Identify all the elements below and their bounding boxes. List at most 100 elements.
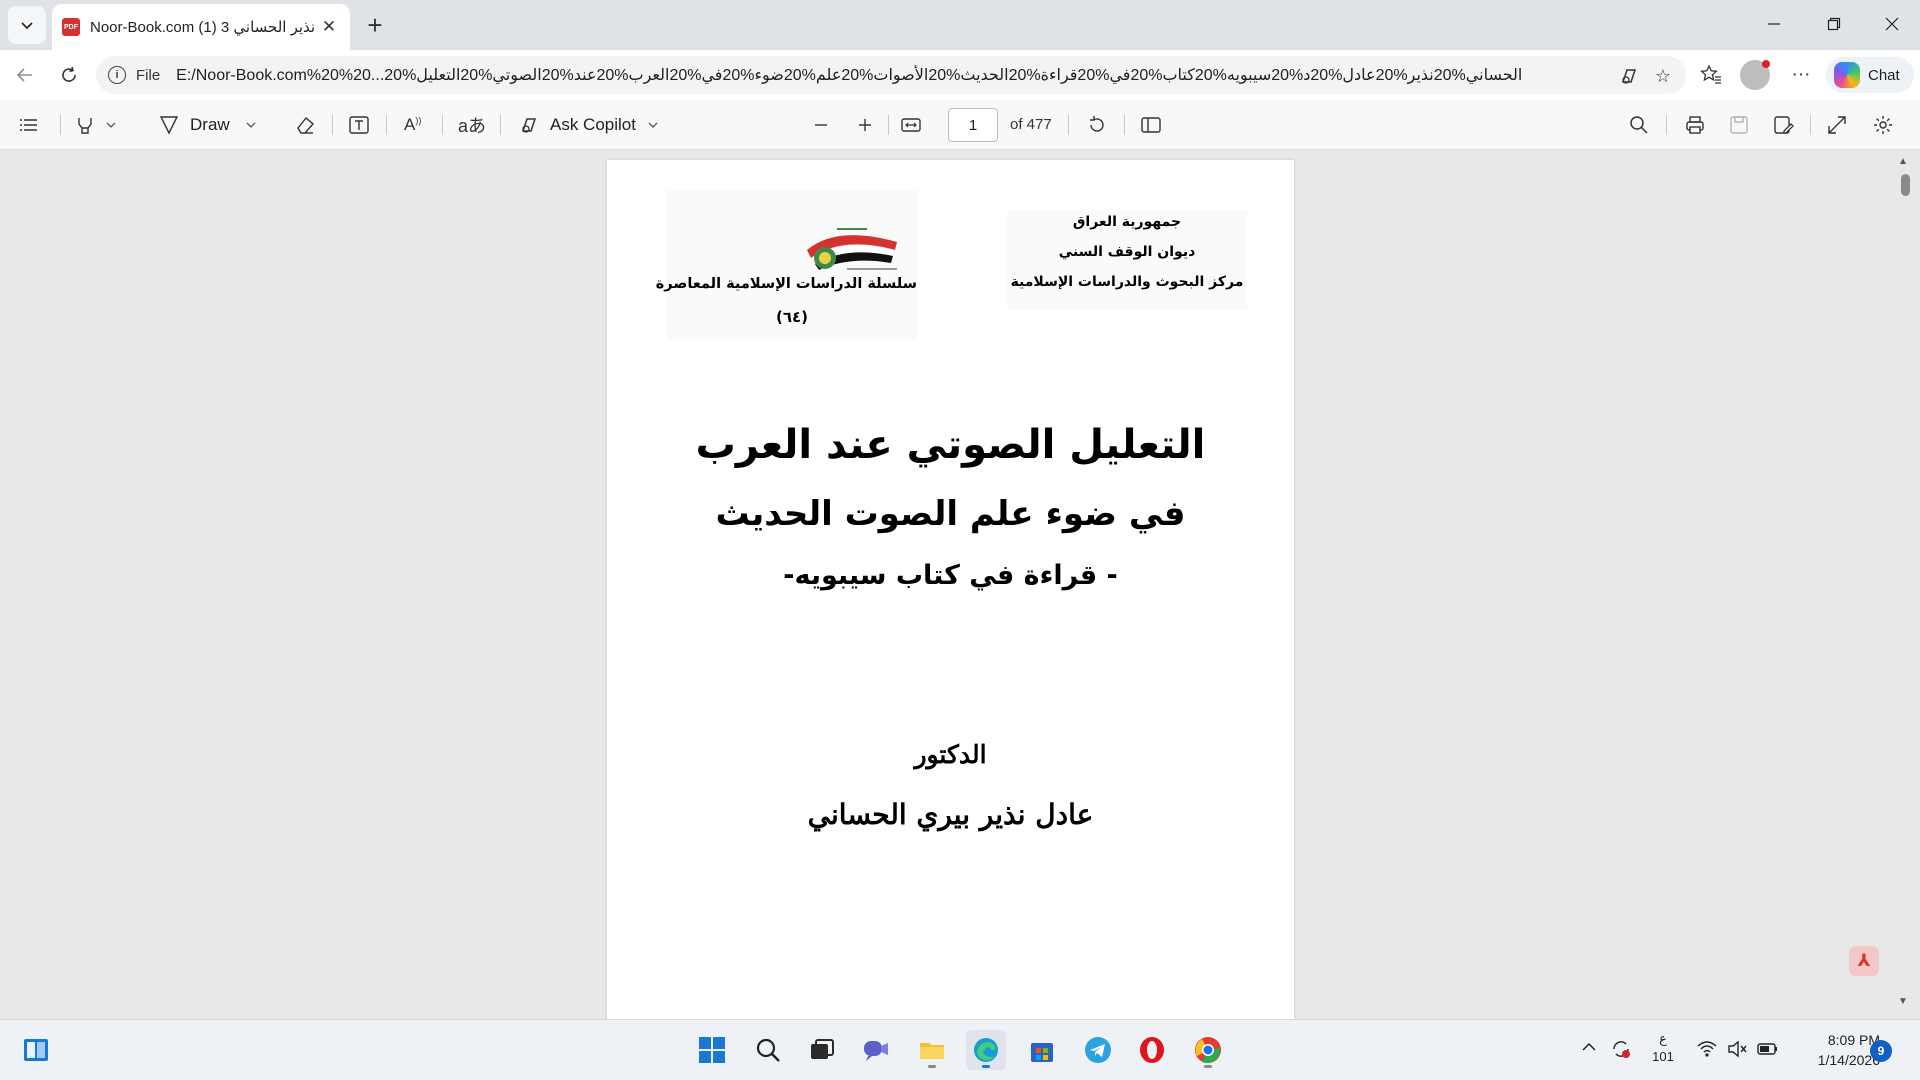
restore-button[interactable] <box>1806 0 1862 48</box>
taskbar-search-button[interactable] <box>748 1030 788 1070</box>
close-window-button[interactable] <box>1864 0 1920 48</box>
telegram-button[interactable] <box>1078 1030 1118 1070</box>
contents-button[interactable] <box>18 108 40 142</box>
copilot-vision-icon[interactable] <box>1618 65 1640 87</box>
book-title: التعليل الصوتي عند العرب <box>695 422 1206 468</box>
info-icon[interactable]: i <box>108 66 126 84</box>
add-text-button[interactable] <box>348 108 370 142</box>
translate-button[interactable]: aあ <box>458 108 486 142</box>
back-button[interactable] <box>8 58 42 92</box>
draw-button[interactable]: Draw <box>158 108 256 142</box>
new-tab-button[interactable]: + <box>358 8 392 42</box>
highlighter-icon <box>78 118 92 134</box>
ask-copilot-button[interactable]: Ask Copilot <box>518 108 658 142</box>
save-button[interactable] <box>1728 108 1750 142</box>
url-text[interactable]: E:/Noor-Book.com%20%20...20%الحساني%20نذ… <box>176 65 1616 85</box>
chrome-button[interactable] <box>1188 1030 1228 1070</box>
zoom-in-button[interactable] <box>856 108 874 142</box>
more-menu-button[interactable]: ··· <box>1784 58 1818 92</box>
org-line-country: جمهورية العراق <box>1072 214 1182 230</box>
clock-time: 8:09 PM <box>1827 1032 1880 1048</box>
zoom-out-button[interactable] <box>812 108 830 142</box>
task-view-button[interactable] <box>802 1030 842 1070</box>
fit-width-button[interactable] <box>900 108 922 142</box>
ask-copilot-label: Ask Copilot <box>550 115 636 134</box>
rotate-icon <box>1090 116 1104 132</box>
telegram-icon <box>1085 1037 1111 1063</box>
teams-chat-button[interactable] <box>856 1030 896 1070</box>
browser-tab-active[interactable]: PDF Noor-Book.com (1) 3 نذير الحساني ✕ <box>52 4 350 50</box>
opera-icon <box>1140 1037 1164 1063</box>
translate-icon: aあ <box>458 116 487 136</box>
windows-taskbar: ع 101 8:09 PM 1/14/2026 9 <box>0 1019 1920 1080</box>
close-tab-icon[interactable]: ✕ <box>318 16 340 38</box>
tab-strip: PDF Noor-Book.com (1) 3 نذير الحساني ✕ + <box>0 0 1920 50</box>
highlight-button[interactable] <box>74 108 116 142</box>
scroll-up-arrow-icon[interactable]: ▲ <box>1898 156 1908 167</box>
chrome-icon <box>1195 1037 1221 1064</box>
read-aloud-button[interactable]: A)) <box>404 108 421 142</box>
chevron-down-icon[interactable] <box>648 120 658 130</box>
pdf-viewer-area[interactable]: جمهورية العراق ديوان الوقف السني مركز ال… <box>0 151 1920 1019</box>
favorites-button[interactable] <box>1694 58 1728 92</box>
notification-count-badge[interactable]: 9 <box>1870 1040 1892 1062</box>
profile-alert-badge <box>1762 60 1770 68</box>
tab-actions-menu-button[interactable] <box>8 6 46 44</box>
input-language-indicator[interactable]: ع 101 <box>1650 1030 1676 1066</box>
fullscreen-button[interactable] <box>1826 108 1848 142</box>
settings-button[interactable] <box>1872 108 1894 142</box>
chevron-down-icon[interactable] <box>106 120 116 130</box>
taskbar-clock[interactable]: 8:09 PM 1/14/2026 <box>1790 1030 1880 1070</box>
erase-button[interactable] <box>294 108 316 142</box>
store-button[interactable] <box>1022 1030 1062 1070</box>
widgets-icon <box>24 1039 48 1061</box>
battery-charging-icon[interactable] <box>1756 1038 1780 1065</box>
clock-date: 1/14/2026 <box>1817 1052 1880 1068</box>
favorite-star-icon[interactable]: ☆ <box>1652 65 1674 87</box>
read-aloud-icon: A)) <box>404 115 422 134</box>
url-scheme-label: File <box>136 66 161 84</box>
wifi-icon[interactable] <box>1696 1038 1718 1065</box>
edge-browser-button[interactable] <box>966 1030 1006 1070</box>
text-box-icon <box>349 116 369 134</box>
favorites-icon <box>1700 64 1721 84</box>
restore-icon <box>1827 17 1841 31</box>
print-button[interactable] <box>1684 108 1706 142</box>
minimize-button[interactable] <box>1746 0 1802 48</box>
chevron-down-icon[interactable] <box>246 120 256 130</box>
draw-pen-icon <box>159 116 179 135</box>
widgets-button[interactable] <box>16 1030 56 1070</box>
series-number: (٦٤) <box>775 308 809 326</box>
copilot-icon <box>1834 62 1860 88</box>
draw-label: Draw <box>190 115 230 134</box>
start-button[interactable] <box>692 1030 732 1070</box>
sync-alert-icon[interactable] <box>1610 1038 1632 1065</box>
copilot-chat-button[interactable]: Chat <box>1826 57 1914 93</box>
arrow-left-icon <box>16 68 32 82</box>
save-as-button[interactable] <box>1772 108 1794 142</box>
opera-button[interactable] <box>1132 1030 1172 1070</box>
show-hidden-icons-chevron-icon[interactable] <box>1580 1038 1598 1061</box>
page-view-button[interactable] <box>1140 108 1162 142</box>
address-bar[interactable]: i File E:/Noor-Book.com%20%20...20%الحسا… <box>96 56 1686 94</box>
acrobat-pdf-icon[interactable]: ⅄ <box>1849 946 1879 976</box>
page-view-icon <box>1141 117 1161 133</box>
save-icon <box>1730 116 1748 134</box>
plus-icon <box>859 119 871 131</box>
vertical-scrollbar[interactable] <box>1895 151 1915 1019</box>
file-explorer-button[interactable] <box>912 1030 952 1070</box>
organization-header: جمهورية العراق ديوان الوقف السني مركز ال… <box>1007 210 1247 310</box>
page-number-input[interactable]: 1 <box>948 108 998 142</box>
search-icon <box>756 1038 780 1062</box>
speaker-muted-icon[interactable] <box>1726 1038 1748 1065</box>
scrollbar-thumb[interactable] <box>1901 174 1910 196</box>
refresh-button[interactable] <box>52 58 86 92</box>
minimize-icon <box>1768 23 1780 25</box>
scroll-down-arrow-icon[interactable]: ▼ <box>1898 996 1908 1007</box>
chevron-down-icon <box>21 22 33 30</box>
rotate-button[interactable] <box>1086 108 1108 142</box>
org-line-center: مركز البحوث والدراسات الإسلامية <box>1010 274 1244 290</box>
search-button[interactable] <box>1628 108 1650 142</box>
author-name: عادل نذير بيري الحساني <box>807 798 1094 831</box>
expand-icon <box>1828 116 1846 134</box>
